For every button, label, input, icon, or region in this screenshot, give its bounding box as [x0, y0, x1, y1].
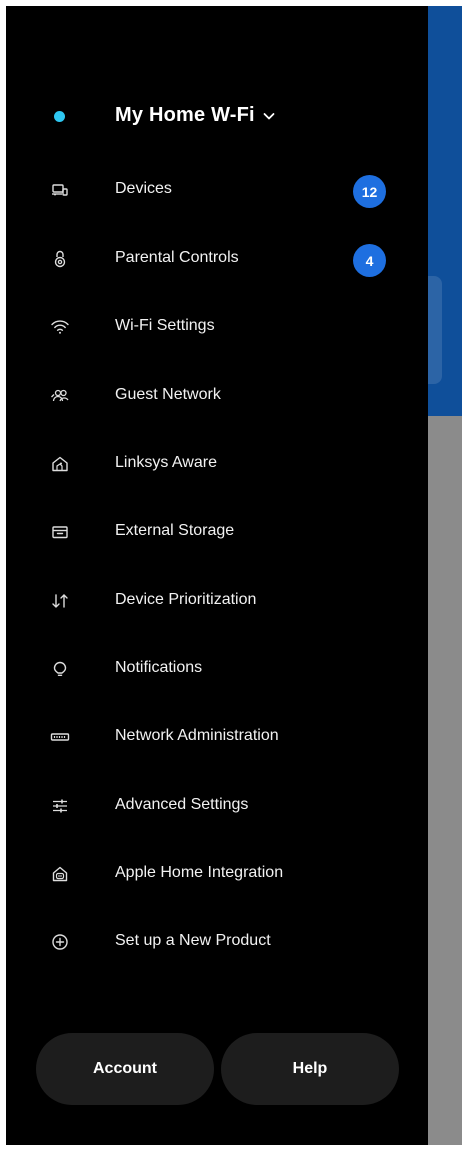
device-count-badge: 12 [353, 175, 386, 208]
menu-item-label: Device Prioritization [115, 591, 257, 608]
menu-item-devices[interactable]: Devices 12 [6, 162, 428, 218]
menu-item-label: Wi-Fi Settings [115, 317, 215, 334]
backdrop-header [428, 6, 462, 416]
menu-item-parental-controls[interactable]: Parental Controls 4 [6, 231, 428, 287]
chevron-down-icon [263, 112, 275, 119]
menu-item-label: Set up a New Product [115, 932, 271, 949]
menu-item-label: Guest Network [115, 386, 221, 403]
menu-item-label: Linksys Aware [115, 454, 217, 471]
menu-item-network-administration[interactable]: Network Administration [6, 709, 428, 765]
navigation-drawer: My Home W-Fi Devices 12 Parental Control… [6, 6, 428, 1145]
menu-item-apple-home-integration[interactable]: Apple Home Integration [6, 846, 428, 902]
plus-circle-icon [48, 930, 72, 954]
menu-item-label: Notifications [115, 659, 203, 676]
menu-item-setup-new-product[interactable]: Set up a New Product [6, 914, 428, 970]
devices-icon [48, 178, 72, 202]
apple-home-icon [48, 862, 72, 886]
menu-item-label: Advanced Settings [115, 796, 249, 813]
menu-item-label: Network Administration [115, 727, 279, 744]
parental-controls-badge: 4 [353, 244, 386, 277]
network-status-dot [54, 111, 65, 122]
sliders-icon [48, 794, 72, 818]
menu-item-linksys-aware[interactable]: Linksys Aware [6, 436, 428, 492]
wifi-icon [48, 315, 72, 339]
priority-arrows-icon [48, 589, 72, 613]
menu-item-guest-network[interactable]: Guest Network [6, 368, 428, 424]
network-name: My Home W-Fi [115, 104, 255, 126]
menu-item-label: Devices [115, 180, 172, 197]
bell-icon [48, 657, 72, 681]
guests-icon [48, 384, 72, 408]
menu-item-label: Apple Home Integration [115, 864, 284, 881]
backdrop-card [428, 276, 442, 384]
storage-icon [48, 520, 72, 544]
menu-item-label: External Storage [115, 522, 235, 539]
menu-item-wifi-settings[interactable]: Wi-Fi Settings [6, 299, 428, 355]
lock-icon [48, 247, 72, 271]
network-selector[interactable]: My Home W-Fi [115, 104, 275, 127]
menu-item-notifications[interactable]: Notifications [6, 641, 428, 697]
menu-item-device-prioritization[interactable]: Device Prioritization [6, 573, 428, 629]
menu-item-external-storage[interactable]: External Storage [6, 504, 428, 560]
menu-item-advanced-settings[interactable]: Advanced Settings [6, 778, 428, 834]
home-motion-icon [48, 452, 72, 476]
help-button[interactable]: Help [221, 1033, 399, 1105]
app-frame: My Home W-Fi Devices 12 Parental Control… [6, 6, 462, 1145]
account-button[interactable]: Account [36, 1033, 214, 1105]
menu-item-label: Parental Controls [115, 249, 239, 266]
backdrop-overlay[interactable] [428, 6, 462, 1145]
router-icon [48, 725, 72, 749]
